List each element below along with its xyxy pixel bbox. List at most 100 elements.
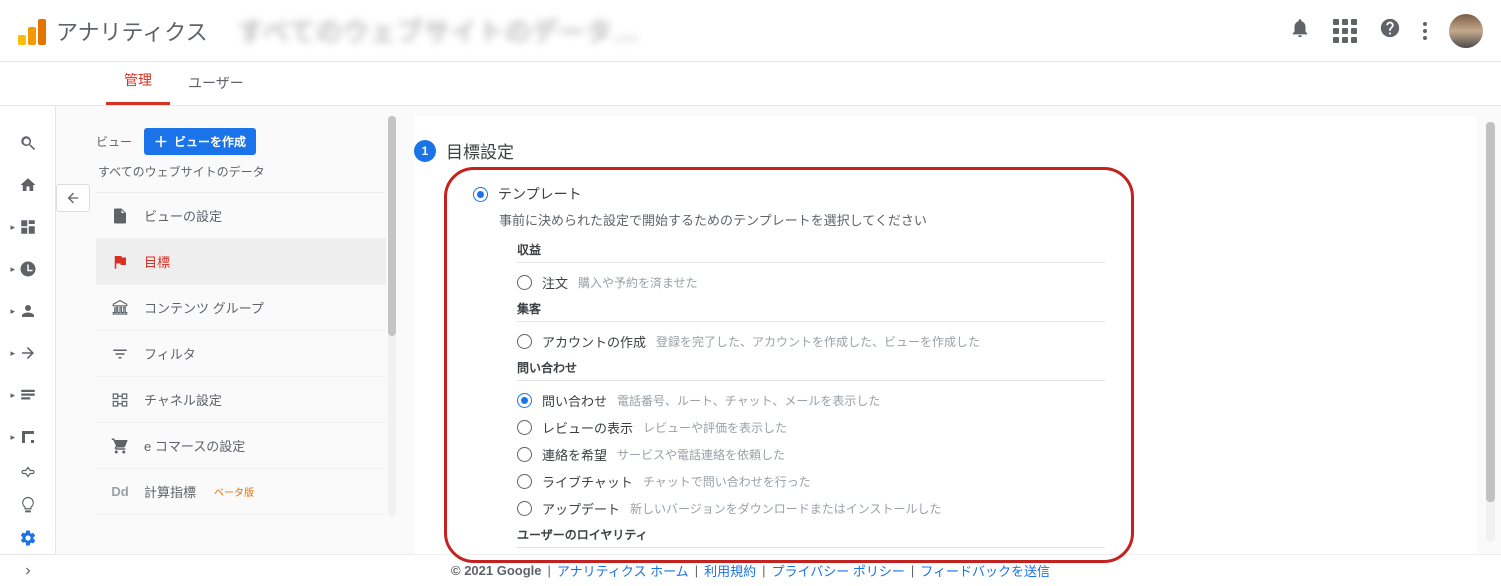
content-group-icon (110, 299, 130, 317)
notifications-icon[interactable] (1289, 17, 1311, 44)
template-group-title: ユーザーのロイヤリティ (517, 526, 1105, 548)
menu-channel-settings[interactable]: チャネル設定 (96, 377, 386, 423)
menu-ecommerce[interactable]: e コマースの設定 (96, 423, 386, 469)
realtime-icon[interactable] (9, 250, 47, 288)
audience-icon[interactable] (9, 292, 47, 330)
option-radio[interactable] (517, 501, 532, 516)
menu-view-settings[interactable]: ビューの設定 (96, 193, 386, 239)
channel-icon (110, 391, 130, 409)
option-desc: 新しいバージョンをダウンロードまたはインストールした (630, 500, 942, 517)
search-icon[interactable] (9, 124, 47, 162)
template-option[interactable]: 注文購入や予約を済ませた (517, 269, 1105, 296)
filter-icon (110, 345, 130, 363)
footer-link-feedback[interactable]: フィードバックを送信 (920, 561, 1050, 580)
footer-copyright: © 2021 Google (451, 563, 542, 578)
option-name: レビューの表示 (542, 418, 633, 437)
template-option[interactable]: 連絡を希望サービスや電話連絡を依頼した (517, 441, 1105, 468)
menu-label: e コマースの設定 (144, 436, 245, 455)
option-desc: 登録を完了した、アカウントを作成した、ビューを作成した (656, 333, 980, 350)
create-view-label: ビューを作成 (174, 133, 246, 150)
template-group: ユーザーのロイヤリティ (517, 526, 1105, 548)
current-view-name[interactable]: すべてのウェブサイトのデータ (98, 163, 386, 180)
page-icon (110, 207, 130, 225)
template-option[interactable]: アカウントの作成登録を完了した、アカウントを作成した、ビューを作成した (517, 328, 1105, 355)
option-desc: レビューや評価を表示した (643, 419, 787, 436)
menu-calc-metrics[interactable]: Dd 計算指標 ベータ版 (96, 469, 386, 515)
admin-gear-icon[interactable] (9, 521, 47, 554)
behavior-icon[interactable] (9, 376, 47, 414)
menu-label: 計算指標 (144, 482, 196, 501)
conversions-icon[interactable] (9, 418, 47, 456)
column-scrollbar[interactable] (388, 116, 396, 516)
user-avatar[interactable] (1449, 14, 1483, 48)
view-column-label: ビュー (96, 133, 132, 150)
option-name: アカウントの作成 (542, 332, 646, 351)
menu-label: フィルタ (144, 344, 196, 363)
app-title: アナリティクス (56, 15, 208, 47)
option-desc: 購入や予約を済ませた (578, 274, 698, 291)
template-group: 収益注文購入や予約を済ませた (517, 241, 1105, 296)
option-radio[interactable] (517, 275, 532, 290)
template-group-title: 集客 (517, 300, 1105, 322)
template-option[interactable]: レビューの表示レビューや評価を表示した (517, 414, 1105, 441)
left-nav-rail (0, 106, 56, 554)
option-name: 注文 (542, 273, 568, 292)
menu-label: ビューの設定 (144, 206, 222, 225)
option-desc: サービスや電話連絡を依頼した (617, 446, 785, 463)
back-button[interactable] (56, 184, 90, 212)
menu-label: コンテンツ グループ (144, 298, 264, 317)
option-radio[interactable] (517, 334, 532, 349)
plus-icon: ＋ (154, 135, 168, 149)
top-bar: アナリティクス すべてのウェブサイトのデータ… (0, 0, 1501, 62)
template-group: 集客アカウントの作成登録を完了した、アカウントを作成した、ビューを作成した (517, 300, 1105, 355)
footer-link-privacy[interactable]: プライバシー ポリシー (771, 561, 904, 580)
home-icon[interactable] (9, 166, 47, 204)
template-option[interactable]: アップデート新しいバージョンをダウンロードまたはインストールした (517, 495, 1105, 522)
admin-tabs: 管理 ユーザー (0, 62, 1501, 106)
template-option[interactable]: 問い合わせ電話番号、ルート、チャット、メールを表示した (517, 387, 1105, 414)
footer-link-home[interactable]: アナリティクス ホーム (557, 561, 689, 580)
dashboards-icon[interactable] (9, 208, 47, 246)
option-desc: 電話番号、ルート、チャット、メールを表示した (617, 392, 880, 409)
option-radio[interactable] (517, 447, 532, 462)
menu-label: チャネル設定 (144, 390, 222, 409)
template-group-title: 収益 (517, 241, 1105, 263)
property-title-blurred: すべてのウェブサイトのデータ… (238, 12, 640, 49)
option-radio[interactable] (517, 393, 532, 408)
tab-admin[interactable]: 管理 (106, 70, 170, 105)
option-name: 連絡を希望 (542, 445, 607, 464)
template-radio[interactable] (473, 187, 488, 202)
expand-rail-button[interactable] (0, 554, 56, 586)
apps-grid-icon[interactable] (1333, 19, 1357, 43)
acquisition-icon[interactable] (9, 334, 47, 372)
footer-link-terms[interactable]: 利用規約 (704, 561, 756, 580)
view-menu-list: ビューの設定 目標 コンテンツ グループ フィルタ チャネル設定 e コマースの… (96, 192, 386, 515)
create-view-button[interactable]: ＋ ビューを作成 (144, 128, 256, 155)
tab-user[interactable]: ユーザー (170, 73, 262, 105)
step-title: 目標設定 (446, 138, 514, 163)
option-name: ライブチャット (542, 472, 633, 491)
template-description: 事前に決められた設定で開始するためのテンプレートを選択してください (499, 210, 1105, 229)
help-icon[interactable] (1379, 17, 1401, 44)
menu-filters[interactable]: フィルタ (96, 331, 386, 377)
template-option[interactable]: ライブチャットチャットで問い合わせを行った (517, 468, 1105, 495)
option-radio[interactable] (517, 420, 532, 435)
menu-content-groups[interactable]: コンテンツ グループ (96, 285, 386, 331)
template-highlight-box: テンプレート 事前に決められた設定で開始するためのテンプレートを選択してください… (444, 167, 1134, 563)
step-number-badge: 1 (414, 140, 436, 162)
attribution-icon[interactable] (9, 456, 47, 489)
content-scrollbar[interactable] (1486, 122, 1495, 542)
option-radio[interactable] (517, 474, 532, 489)
more-vert-icon[interactable] (1423, 22, 1427, 40)
analytics-logo-icon (18, 17, 46, 45)
goal-setup-panel: 1 目標設定 テンプレート 事前に決められた設定で開始するためのテンプレートを選… (414, 116, 1477, 554)
option-desc: チャットで問い合わせを行った (643, 473, 811, 490)
main-area: ビュー ＋ ビューを作成 すべてのウェブサイトのデータ ビューの設定 目標 コンテ… (0, 106, 1501, 554)
flag-icon (110, 253, 130, 271)
discover-icon[interactable] (9, 489, 47, 522)
option-name: 問い合わせ (542, 391, 607, 410)
option-name: アップデート (542, 499, 620, 518)
view-column: ビュー ＋ ビューを作成 すべてのウェブサイトのデータ ビューの設定 目標 コンテ… (56, 106, 396, 554)
menu-goals[interactable]: 目標 (96, 239, 386, 285)
template-group: 問い合わせ問い合わせ電話番号、ルート、チャット、メールを表示したレビューの表示レ… (517, 359, 1105, 522)
